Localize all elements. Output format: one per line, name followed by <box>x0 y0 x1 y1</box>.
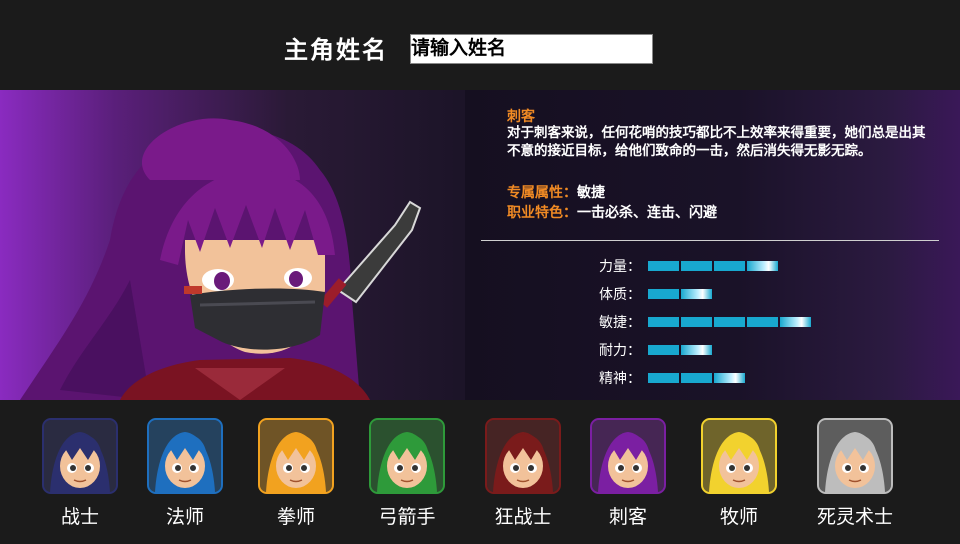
class-option-label: 死灵术士 <box>816 506 893 528</box>
top-bar: 主角姓名 <box>0 0 960 90</box>
feature-value: 一击必杀、连击、闪避 <box>577 205 717 221</box>
stat-bar <box>648 261 778 271</box>
stat-bar <box>648 373 745 383</box>
class-option-berserker[interactable]: 狂战士 <box>483 418 563 529</box>
divider <box>481 240 939 241</box>
berserker-portrait-icon[interactable] <box>485 418 561 494</box>
assassin-illustration <box>20 118 422 400</box>
stat-segment <box>648 289 679 299</box>
class-title: 刺客 <box>507 109 535 125</box>
stat-segment <box>648 261 679 271</box>
class-option-assassin[interactable]: 刺客 <box>588 418 668 529</box>
priest-portrait-icon[interactable] <box>701 418 777 494</box>
stat-bar <box>648 289 712 299</box>
class-info-panel: 刺客 对于刺客来说，任何花哨的技巧都比不上效率来得重要，她们总是出其不意的接近目… <box>465 90 960 400</box>
attribute-line: 专属属性：敏捷 <box>507 182 605 202</box>
assassin-portrait-icon[interactable] <box>590 418 666 494</box>
stat-segment <box>681 373 712 383</box>
stat-segment <box>681 261 712 271</box>
class-option-label: 狂战士 <box>494 506 552 528</box>
feature-key: 职业特色： <box>507 205 577 221</box>
stat-segment <box>648 317 679 327</box>
stat-label: 敏捷： <box>599 315 641 331</box>
warrior-portrait-icon[interactable] <box>42 418 118 494</box>
stat-segment <box>747 261 778 271</box>
stat-row-endurance: 耐力： <box>597 340 937 360</box>
stat-segment <box>714 373 745 383</box>
assassin-portrait <box>0 90 465 400</box>
class-option-mage[interactable]: 法师 <box>145 418 225 529</box>
class-option-warrior[interactable]: 战士 <box>40 418 120 529</box>
stat-label: 耐力： <box>599 343 641 359</box>
class-option-archer[interactable]: 弓箭手 <box>367 418 447 529</box>
stat-label: 力量： <box>599 259 641 275</box>
stat-bar <box>648 345 712 355</box>
name-label: 主角姓名 <box>284 36 388 64</box>
stat-segment <box>714 261 745 271</box>
class-option-fighter[interactable]: 拳师 <box>256 418 336 529</box>
class-option-necromancer[interactable]: 死灵术士 <box>815 418 895 529</box>
stat-segment <box>648 373 679 383</box>
class-option-label: 牧师 <box>719 506 758 528</box>
stat-segment <box>714 317 745 327</box>
stat-segment <box>681 317 712 327</box>
class-banner: 刺客 对于刺客来说，任何花哨的技巧都比不上效率来得重要，她们总是出其不意的接近目… <box>0 90 960 400</box>
class-option-priest[interactable]: 牧师 <box>699 418 779 529</box>
attribute-value: 敏捷 <box>577 185 605 201</box>
stat-row-constitution: 体质： <box>597 284 937 304</box>
archer-portrait-icon[interactable] <box>369 418 445 494</box>
stat-segment <box>747 317 778 327</box>
class-option-label: 战士 <box>60 506 99 528</box>
feature-line: 职业特色：一击必杀、连击、闪避 <box>507 202 717 222</box>
class-option-label: 弓箭手 <box>378 506 436 528</box>
stat-bar <box>648 317 811 327</box>
name-input[interactable] <box>410 34 653 64</box>
stat-segment <box>780 317 811 327</box>
class-option-label: 拳师 <box>276 506 315 528</box>
stat-row-strength: 力量： <box>597 256 937 276</box>
stat-segment <box>681 345 712 355</box>
stat-row-agility: 敏捷： <box>597 312 937 332</box>
stat-label: 精神： <box>599 371 641 387</box>
stat-label: 体质： <box>599 287 641 303</box>
attribute-key: 专属属性： <box>507 185 577 201</box>
necromancer-portrait-icon[interactable] <box>817 418 893 494</box>
class-option-label: 法师 <box>165 506 204 528</box>
class-option-label: 刺客 <box>608 506 647 528</box>
fighter-portrait-icon[interactable] <box>258 418 334 494</box>
mage-portrait-icon[interactable] <box>147 418 223 494</box>
stat-segment <box>648 345 679 355</box>
stat-row-spirit: 精神： <box>597 368 937 388</box>
class-roster: 战士 法师 拳师 弓箭手 狂战士 刺客 牧师 死灵术士 <box>0 400 960 544</box>
class-description: 对于刺客来说，任何花哨的技巧都比不上效率来得重要，她们总是出其不意的接近目标，给… <box>507 125 926 159</box>
stat-segment <box>681 289 712 299</box>
